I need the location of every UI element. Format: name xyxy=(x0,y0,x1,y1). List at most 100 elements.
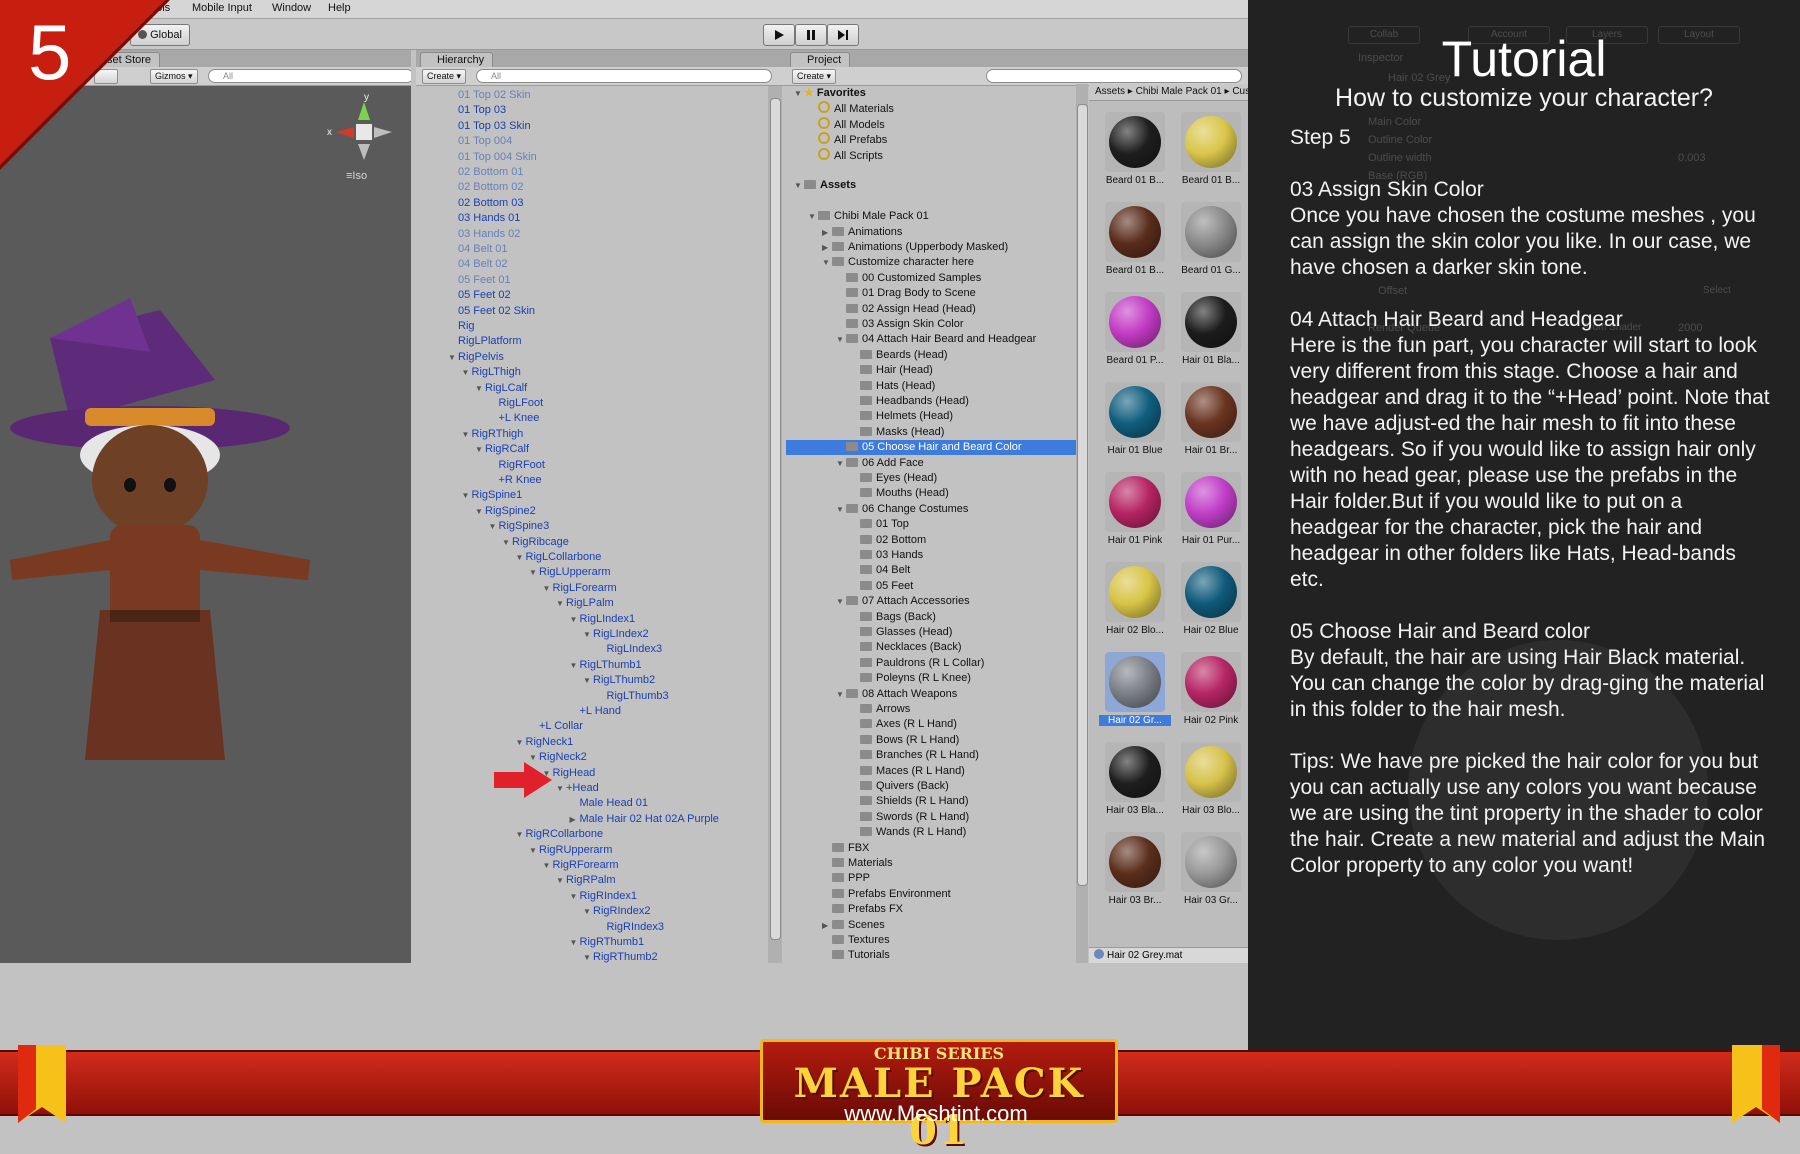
project-folder-item[interactable]: Pauldrons (R L Collar) xyxy=(786,656,1076,671)
project-folder-item[interactable]: Glasses (Head) xyxy=(786,625,1076,640)
hierarchy-item[interactable]: ▼ RigLIndex2 xyxy=(583,627,649,642)
project-folder-item[interactable]: Textures xyxy=(786,933,1076,948)
material-asset[interactable]: Hair 03 Gr... xyxy=(1175,826,1247,914)
expand-arrow-icon[interactable]: ▼ xyxy=(489,519,499,534)
hierarchy-item[interactable]: +L Knee xyxy=(499,411,540,426)
material-asset[interactable]: Hair 03 Bla... xyxy=(1099,736,1171,824)
expand-arrow-icon[interactable]: ▼ xyxy=(836,594,846,609)
project-folder-item[interactable]: 05 Feet xyxy=(786,579,1076,594)
project-folder-item[interactable]: Prefabs FX xyxy=(786,902,1076,917)
menu-item-mobile-input[interactable]: Mobile Input xyxy=(192,2,252,14)
expand-arrow-icon[interactable]: ▼ xyxy=(516,550,526,565)
hierarchy-create-button[interactable]: Create ▾ xyxy=(422,69,467,84)
project-folder-item[interactable]: ▼ Customize character here xyxy=(786,255,1076,270)
hierarchy-item[interactable]: ▼ RigRThigh xyxy=(462,427,524,442)
project-folder-item[interactable]: Arrows xyxy=(786,702,1076,717)
hierarchy-item[interactable]: ▼ RigLUpperarm xyxy=(529,565,611,580)
project-folder-item[interactable]: ▼ 06 Add Face xyxy=(786,456,1076,471)
hierarchy-item[interactable]: ▼ RigRForearm xyxy=(543,858,619,873)
hierarchy-scrollbar[interactable] xyxy=(768,86,782,963)
collapse-arrow-icon[interactable]: ▶ xyxy=(822,918,832,933)
project-folder-item[interactable]: Bags (Back) xyxy=(786,610,1076,625)
material-asset[interactable]: Hair 02 Gr... xyxy=(1099,646,1171,734)
project-folder-item[interactable]: All Scripts xyxy=(786,147,1076,163)
hierarchy-item[interactable]: 04 Belt 02 xyxy=(458,257,508,272)
hierarchy-item[interactable]: ▼ RigNeck1 xyxy=(516,735,574,750)
hierarchy-item[interactable]: ▼ RigLThumb2 xyxy=(583,673,655,688)
hierarchy-item[interactable]: ▼ RigLCollarbone xyxy=(516,550,602,565)
expand-arrow-icon[interactable]: ▼ xyxy=(583,904,593,919)
expand-arrow-icon[interactable]: ▼ xyxy=(583,673,593,688)
project-folder-item[interactable]: Helmets (Head) xyxy=(786,409,1076,424)
collapse-arrow-icon[interactable]: ▶ xyxy=(570,812,580,827)
hierarchy-item[interactable]: ▼ RigRPalm xyxy=(556,873,616,888)
material-asset[interactable]: Beard 01 B... xyxy=(1099,106,1171,194)
expand-arrow-icon[interactable]: ▼ xyxy=(836,456,846,471)
project-folder-item[interactable]: 03 Hands xyxy=(786,548,1076,563)
hierarchy-item[interactable]: 05 Feet 02 xyxy=(458,288,511,303)
hierarchy-item[interactable]: ▼ RigRIndex1 xyxy=(570,889,637,904)
project-folder-item[interactable]: 03 Assign Skin Color xyxy=(786,317,1076,332)
menu-item-help[interactable]: Help xyxy=(328,2,351,14)
project-folder-item[interactable]: Shields (R L Hand) xyxy=(786,794,1076,809)
expand-arrow-icon[interactable]: ▼ xyxy=(822,255,832,270)
expand-arrow-icon[interactable]: ▼ xyxy=(543,581,553,596)
play-button[interactable] xyxy=(763,24,795,46)
hierarchy-item[interactable]: RigLThumb3 xyxy=(607,689,669,704)
project-folder-item[interactable]: Quivers (Back) xyxy=(786,779,1076,794)
scene-orientation-gizmo[interactable]: y x ≡Iso xyxy=(322,92,402,182)
expand-arrow-icon[interactable]: ▼ xyxy=(529,565,539,580)
project-folder-item[interactable]: ▶ Scenes xyxy=(786,918,1076,933)
project-folder-item[interactable]: ▼ 07 Attach Accessories xyxy=(786,594,1076,609)
expand-arrow-icon[interactable]: ▼ xyxy=(516,735,526,750)
expand-arrow-icon[interactable]: ▼ xyxy=(475,442,485,457)
expand-arrow-icon[interactable]: ▼ xyxy=(808,209,818,224)
hierarchy-item[interactable]: ▼ +Head xyxy=(556,781,599,796)
material-asset[interactable]: Hair 01 Pur... xyxy=(1175,466,1247,554)
project-folder-item[interactable]: Hats (Head) xyxy=(786,379,1076,394)
project-folder-item[interactable]: Tutorials xyxy=(786,948,1076,963)
hierarchy-item[interactable]: ▼ RigRibcage xyxy=(502,535,569,550)
tab-project[interactable]: Project xyxy=(790,52,851,68)
scene-search-input[interactable]: All xyxy=(208,69,411,83)
expand-arrow-icon[interactable]: ▼ xyxy=(570,935,580,950)
hierarchy-item[interactable]: +R Knee xyxy=(499,473,542,488)
project-folder-item[interactable]: Prefabs Environment xyxy=(786,887,1076,902)
hierarchy-item[interactable]: RigLPlatform xyxy=(458,334,522,349)
project-folder-item[interactable]: 02 Assign Head (Head) xyxy=(786,302,1076,317)
hierarchy-item[interactable]: ▼ RigRThumb2 xyxy=(583,950,658,963)
project-create-button[interactable]: Create ▾ xyxy=(792,69,837,84)
hierarchy-item[interactable]: 05 Feet 01 xyxy=(458,273,511,288)
hierarchy-item[interactable]: Rig xyxy=(458,319,475,334)
hierarchy-item[interactable]: ▼ RigLThumb1 xyxy=(570,658,642,673)
expand-arrow-icon[interactable]: ▼ xyxy=(556,596,566,611)
project-folder-item[interactable]: Branches (R L Hand) xyxy=(786,748,1076,763)
hierarchy-item[interactable]: 02 Bottom 02 xyxy=(458,180,523,195)
expand-arrow-icon[interactable]: ▼ xyxy=(794,178,804,193)
website-link[interactable]: www.Meshtint.com xyxy=(760,1101,1112,1127)
hierarchy-item[interactable]: ▶ Male Hair 02 Hat 02A Purple xyxy=(570,812,719,827)
hierarchy-item[interactable]: ▼ RigLThigh xyxy=(462,365,521,380)
expand-arrow-icon[interactable]: ▼ xyxy=(529,843,539,858)
material-asset[interactable]: Beard 01 B... xyxy=(1099,196,1171,284)
project-folder-item[interactable]: Swords (R L Hand) xyxy=(786,810,1076,825)
project-folder-item[interactable]: 01 Drag Body to Scene xyxy=(786,286,1076,301)
project-tree-scrollbar[interactable] xyxy=(1076,84,1088,963)
expand-arrow-icon[interactable]: ▼ xyxy=(583,950,593,963)
expand-arrow-icon[interactable]: ▼ xyxy=(836,502,846,517)
hierarchy-item[interactable]: 01 Top 03 xyxy=(458,103,506,118)
material-asset[interactable]: Hair 03 Br... xyxy=(1099,826,1171,914)
project-folder-item[interactable]: Poleyns (R L Knee) xyxy=(786,671,1076,686)
project-folder-item[interactable]: ▶ Animations xyxy=(786,225,1076,240)
project-folder-item[interactable]: 05 Choose Hair and Beard Color xyxy=(786,440,1076,456)
material-asset[interactable]: Hair 03 Blo... xyxy=(1175,736,1247,824)
project-folder-item[interactable]: 00 Customized Samples xyxy=(786,271,1076,286)
project-folder-item[interactable]: PPP xyxy=(786,871,1076,886)
hierarchy-item[interactable]: Male Head 01 xyxy=(580,796,649,811)
project-folder-item[interactable]: Mouths (Head) xyxy=(786,486,1076,501)
project-folder-item[interactable]: ▼ 08 Attach Weapons xyxy=(786,687,1076,702)
breadcrumb-custo[interactable]: Custo xyxy=(1232,86,1248,97)
expand-arrow-icon[interactable]: ▼ xyxy=(836,332,846,347)
material-asset[interactable]: Beard 01 B... xyxy=(1175,106,1247,194)
project-folder-item[interactable]: 04 Belt xyxy=(786,563,1076,578)
